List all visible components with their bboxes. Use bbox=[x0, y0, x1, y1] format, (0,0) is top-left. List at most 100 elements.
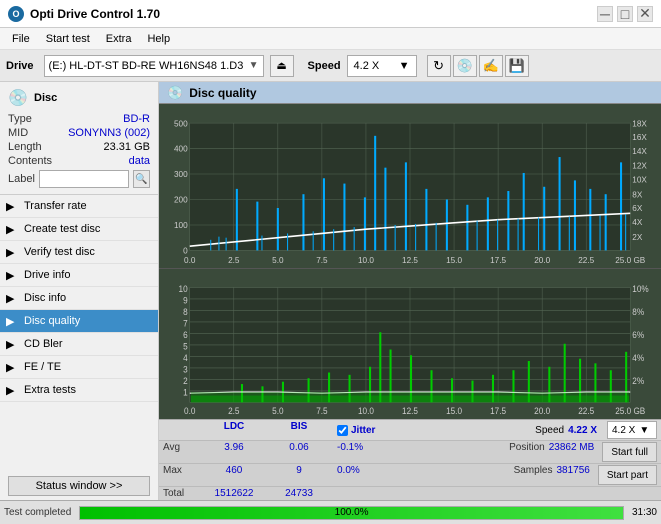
stats-avg-ldc: 3.96 bbox=[199, 441, 269, 463]
toolbar-disc[interactable]: 💿 bbox=[453, 55, 477, 77]
svg-text:7.5: 7.5 bbox=[316, 406, 328, 417]
svg-text:200: 200 bbox=[174, 195, 188, 205]
eject-button[interactable]: ⏏ bbox=[270, 55, 294, 77]
sidebar-item-disc-quality[interactable]: ▶ Disc quality bbox=[0, 310, 158, 333]
status-window-button[interactable]: Status window >> bbox=[8, 476, 150, 496]
sidebar-item-extra-tests[interactable]: ▶ Extra tests bbox=[0, 379, 158, 402]
disc-type-row: Type BD-R bbox=[8, 112, 150, 126]
disc-label-button[interactable]: 🔍 bbox=[133, 170, 150, 188]
svg-text:12.5: 12.5 bbox=[402, 406, 418, 417]
fe-te-icon: ▶ bbox=[6, 361, 14, 374]
sidebar-item-drive-info[interactable]: ▶ Drive info bbox=[0, 264, 158, 287]
stats-samples-row: Samples 381756 bbox=[514, 465, 590, 476]
svg-text:4: 4 bbox=[183, 353, 188, 364]
stats-position-area: Position 23862 MB bbox=[505, 441, 598, 463]
sidebar-item-cd-bler[interactable]: ▶ CD Bler bbox=[0, 333, 158, 356]
speed-arrow: ▼ bbox=[399, 60, 410, 72]
svg-text:8X: 8X bbox=[632, 189, 642, 199]
speed-select[interactable]: 4.2 X ▼ bbox=[347, 55, 417, 77]
stats-max-bis: 9 bbox=[269, 464, 329, 486]
svg-text:18X: 18X bbox=[632, 118, 647, 128]
disc-length-value: 23.31 GB bbox=[104, 141, 150, 153]
stats-avg-label: Avg bbox=[159, 441, 199, 463]
menu-extra[interactable]: Extra bbox=[98, 31, 140, 47]
svg-text:10%: 10% bbox=[632, 284, 649, 295]
sidebar: 💿 Disc Type BD-R MID SONYNN3 (002) Lengt… bbox=[0, 82, 159, 500]
svg-text:22.5: 22.5 bbox=[578, 255, 594, 265]
svg-text:0.0: 0.0 bbox=[184, 255, 196, 265]
speed-select-arrow: ▼ bbox=[639, 425, 649, 436]
progress-bar-area: Test completed 100.0% 31:30 bbox=[0, 500, 661, 524]
stats-total-ldc: 1512622 bbox=[199, 487, 269, 500]
toolbar-refresh[interactable]: ↻ bbox=[427, 55, 451, 77]
drive-label: Drive bbox=[6, 60, 34, 72]
disc-label-input[interactable] bbox=[39, 170, 129, 188]
disc-panel-header: 💿 Disc bbox=[8, 88, 150, 108]
disc-mid-row: MID SONYNN3 (002) bbox=[8, 126, 150, 140]
speed-select-stats[interactable]: 4.2 X ▼ bbox=[607, 421, 657, 439]
start-full-button[interactable]: Start full bbox=[602, 442, 657, 462]
disc-panel: 💿 Disc Type BD-R MID SONYNN3 (002) Lengt… bbox=[0, 82, 158, 195]
svg-text:22.5: 22.5 bbox=[578, 406, 594, 417]
sidebar-item-transfer-rate[interactable]: ▶ Transfer rate bbox=[0, 195, 158, 218]
disc-type-value: BD-R bbox=[123, 113, 150, 125]
sidebar-item-create-test-disc[interactable]: ▶ Create test disc bbox=[0, 218, 158, 241]
toolbar-save[interactable]: 💾 bbox=[505, 55, 529, 77]
drive-select-value: (E:) HL-DT-ST BD-RE WH16NS48 1.D3 bbox=[49, 60, 249, 72]
stats-samples-area: Samples 381756 bbox=[510, 464, 594, 486]
stats-position-value: 23862 MB bbox=[549, 442, 595, 453]
toolbar-write[interactable]: ✍ bbox=[479, 55, 503, 77]
status-text: Test completed bbox=[4, 507, 71, 518]
svg-text:2%: 2% bbox=[632, 376, 644, 387]
drive-select[interactable]: (E:) HL-DT-ST BD-RE WH16NS48 1.D3 ▼ bbox=[44, 55, 264, 77]
maximize-button[interactable]: □ bbox=[617, 6, 633, 22]
sidebar-item-drive-info-label: Drive info bbox=[24, 269, 70, 281]
create-test-disc-icon: ▶ bbox=[6, 223, 14, 236]
charts-area: LDC Read speed Write speed bbox=[159, 104, 661, 419]
toolbar-icons: ↻ 💿 ✍ 💾 bbox=[427, 55, 529, 77]
svg-text:20.0: 20.0 bbox=[534, 406, 550, 417]
svg-text:8%: 8% bbox=[632, 307, 644, 318]
sidebar-item-fe-te[interactable]: ▶ FE / TE bbox=[0, 356, 158, 379]
svg-text:6%: 6% bbox=[632, 330, 644, 341]
svg-text:6: 6 bbox=[183, 330, 188, 341]
svg-text:7.5: 7.5 bbox=[316, 255, 328, 265]
svg-text:15.0: 15.0 bbox=[446, 255, 462, 265]
stats-jitter-header: Jitter bbox=[351, 425, 375, 436]
sidebar-item-verify-test-disc[interactable]: ▶ Verify test disc bbox=[0, 241, 158, 264]
svg-text:2.5: 2.5 bbox=[228, 255, 240, 265]
app-title: Opti Drive Control 1.70 bbox=[30, 7, 160, 21]
stats-total-bis: 24733 bbox=[269, 487, 329, 500]
stats-max-label: Max bbox=[159, 464, 199, 486]
svg-text:2X: 2X bbox=[632, 232, 642, 242]
app-icon: O bbox=[8, 6, 24, 22]
svg-text:16X: 16X bbox=[632, 132, 647, 142]
disc-label-row: Label 🔍 bbox=[8, 170, 150, 188]
jitter-checkbox[interactable] bbox=[337, 425, 348, 436]
minimize-button[interactable]: ─ bbox=[597, 6, 613, 22]
extra-tests-icon: ▶ bbox=[6, 384, 14, 397]
svg-text:7: 7 bbox=[183, 319, 188, 330]
stats-speed-value: 4.22 X bbox=[568, 425, 597, 436]
sidebar-item-transfer-rate-label: Transfer rate bbox=[24, 200, 87, 212]
svg-text:4X: 4X bbox=[632, 217, 642, 227]
svg-text:2: 2 bbox=[183, 376, 188, 387]
menu-file[interactable]: File bbox=[4, 31, 38, 47]
sidebar-item-disc-info-label: Disc info bbox=[24, 292, 66, 304]
cd-bler-icon: ▶ bbox=[6, 338, 14, 351]
svg-text:25.0 GB: 25.0 GB bbox=[615, 255, 645, 265]
sidebar-item-disc-info[interactable]: ▶ Disc info bbox=[0, 287, 158, 310]
stats-avg-bis: 0.06 bbox=[269, 441, 329, 463]
close-button[interactable]: ✕ bbox=[637, 6, 653, 22]
menubar: File Start test Extra Help bbox=[0, 28, 661, 50]
stats-jitter-check-area: Jitter bbox=[329, 420, 529, 440]
start-part-button[interactable]: Start part bbox=[598, 465, 657, 485]
disc-quality-title: Disc quality bbox=[189, 86, 256, 100]
svg-text:500: 500 bbox=[174, 118, 188, 128]
menu-help[interactable]: Help bbox=[139, 31, 178, 47]
stats-samples-label: Samples bbox=[514, 465, 553, 476]
titlebar-controls: ─ □ ✕ bbox=[597, 6, 653, 22]
speed-label: Speed bbox=[308, 60, 341, 72]
menu-start-test[interactable]: Start test bbox=[38, 31, 98, 47]
stats-ldc-header: LDC bbox=[199, 420, 269, 440]
